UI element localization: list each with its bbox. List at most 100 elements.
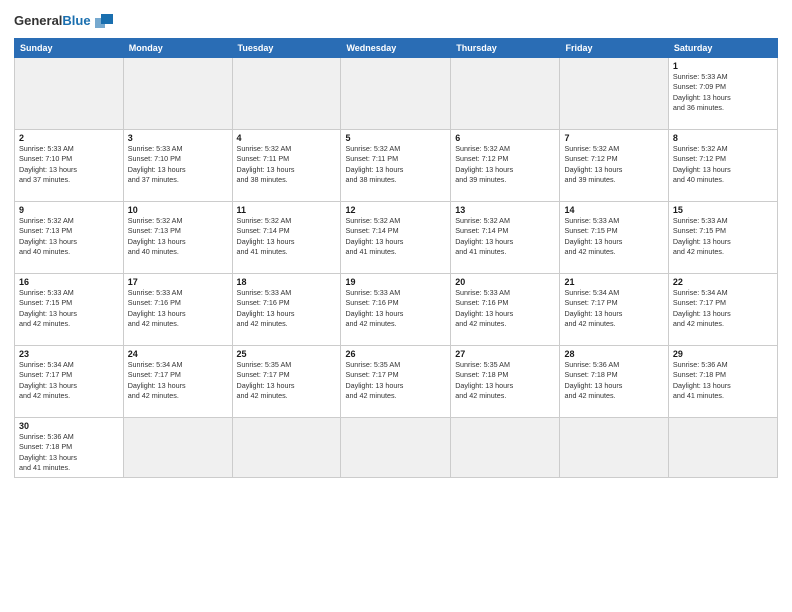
calendar-cell: 9Sunrise: 5:32 AM Sunset: 7:13 PM Daylig… [15, 202, 124, 274]
logo-icon [93, 10, 115, 32]
calendar-cell [232, 58, 341, 130]
day-number: 14 [564, 205, 663, 215]
calendar-cell [232, 418, 341, 478]
calendar-cell: 17Sunrise: 5:33 AM Sunset: 7:16 PM Dayli… [123, 274, 232, 346]
calendar-cell [15, 58, 124, 130]
day-info: Sunrise: 5:32 AM Sunset: 7:13 PM Dayligh… [19, 216, 119, 258]
calendar-week-row: 30Sunrise: 5:36 AM Sunset: 7:18 PM Dayli… [15, 418, 778, 478]
day-info: Sunrise: 5:35 AM Sunset: 7:17 PM Dayligh… [345, 360, 446, 402]
calendar-cell: 8Sunrise: 5:32 AM Sunset: 7:12 PM Daylig… [668, 130, 777, 202]
day-number: 26 [345, 349, 446, 359]
calendar-week-row: 1Sunrise: 5:33 AM Sunset: 7:09 PM Daylig… [15, 58, 778, 130]
calendar-cell: 7Sunrise: 5:32 AM Sunset: 7:12 PM Daylig… [560, 130, 668, 202]
calendar-cell: 16Sunrise: 5:33 AM Sunset: 7:15 PM Dayli… [15, 274, 124, 346]
day-info: Sunrise: 5:33 AM Sunset: 7:16 PM Dayligh… [345, 288, 446, 330]
day-info: Sunrise: 5:33 AM Sunset: 7:10 PM Dayligh… [128, 144, 228, 186]
calendar-table: SundayMondayTuesdayWednesdayThursdayFrid… [14, 38, 778, 478]
day-info: Sunrise: 5:35 AM Sunset: 7:17 PM Dayligh… [237, 360, 337, 402]
calendar-cell [560, 418, 668, 478]
day-info: Sunrise: 5:32 AM Sunset: 7:11 PM Dayligh… [345, 144, 446, 186]
day-number: 8 [673, 133, 773, 143]
day-number: 18 [237, 277, 337, 287]
calendar-cell: 10Sunrise: 5:32 AM Sunset: 7:13 PM Dayli… [123, 202, 232, 274]
weekday-header-thursday: Thursday [451, 39, 560, 58]
day-number: 24 [128, 349, 228, 359]
weekday-header-tuesday: Tuesday [232, 39, 341, 58]
weekday-header-wednesday: Wednesday [341, 39, 451, 58]
day-info: Sunrise: 5:32 AM Sunset: 7:11 PM Dayligh… [237, 144, 337, 186]
calendar-cell: 4Sunrise: 5:32 AM Sunset: 7:11 PM Daylig… [232, 130, 341, 202]
weekday-header-sunday: Sunday [15, 39, 124, 58]
day-number: 2 [19, 133, 119, 143]
day-number: 10 [128, 205, 228, 215]
calendar-cell: 23Sunrise: 5:34 AM Sunset: 7:17 PM Dayli… [15, 346, 124, 418]
day-number: 5 [345, 133, 446, 143]
calendar-cell: 5Sunrise: 5:32 AM Sunset: 7:11 PM Daylig… [341, 130, 451, 202]
weekday-header-friday: Friday [560, 39, 668, 58]
day-number: 23 [19, 349, 119, 359]
day-number: 30 [19, 421, 119, 431]
day-info: Sunrise: 5:33 AM Sunset: 7:09 PM Dayligh… [673, 72, 773, 114]
day-number: 17 [128, 277, 228, 287]
day-number: 3 [128, 133, 228, 143]
day-number: 13 [455, 205, 555, 215]
day-number: 22 [673, 277, 773, 287]
day-number: 1 [673, 61, 773, 71]
calendar-cell: 19Sunrise: 5:33 AM Sunset: 7:16 PM Dayli… [341, 274, 451, 346]
day-number: 12 [345, 205, 446, 215]
calendar-cell: 13Sunrise: 5:32 AM Sunset: 7:14 PM Dayli… [451, 202, 560, 274]
day-info: Sunrise: 5:36 AM Sunset: 7:18 PM Dayligh… [673, 360, 773, 402]
calendar-week-row: 2 Sunrise: 5:33 AM Sunset: 7:10 PM Daylig… [15, 130, 778, 202]
calendar-cell: 30Sunrise: 5:36 AM Sunset: 7:18 PM Dayli… [15, 418, 124, 478]
calendar-cell: 22Sunrise: 5:34 AM Sunset: 7:17 PM Dayli… [668, 274, 777, 346]
calendar-week-row: 16Sunrise: 5:33 AM Sunset: 7:15 PM Dayli… [15, 274, 778, 346]
day-number: 15 [673, 205, 773, 215]
calendar-cell: 20Sunrise: 5:33 AM Sunset: 7:16 PM Dayli… [451, 274, 560, 346]
calendar-cell: 2Sunrise: 5:33 AM Sunset: 7:10 PM Daylig… [15, 130, 124, 202]
calendar-cell: 26Sunrise: 5:35 AM Sunset: 7:17 PM Dayli… [341, 346, 451, 418]
day-info: Sunrise: 5:34 AM Sunset: 7:17 PM Dayligh… [564, 288, 663, 330]
weekday-header-row: SundayMondayTuesdayWednesdayThursdayFrid… [15, 39, 778, 58]
day-number: 16 [19, 277, 119, 287]
day-info: Sunrise: 5:36 AM Sunset: 7:18 PM Dayligh… [19, 432, 119, 474]
calendar-cell: 27Sunrise: 5:35 AM Sunset: 7:18 PM Dayli… [451, 346, 560, 418]
calendar-cell [451, 58, 560, 130]
page: GeneralBlue SundayMondayTuesdayWednesday… [0, 0, 792, 612]
calendar-cell [123, 58, 232, 130]
day-info: Sunrise: 5:34 AM Sunset: 7:17 PM Dayligh… [128, 360, 228, 402]
calendar-cell: 24Sunrise: 5:34 AM Sunset: 7:17 PM Dayli… [123, 346, 232, 418]
day-info: Sunrise: 5:32 AM Sunset: 7:14 PM Dayligh… [455, 216, 555, 258]
day-info: Sunrise: 5:33 AM Sunset: 7:16 PM Dayligh… [237, 288, 337, 330]
day-number: 27 [455, 349, 555, 359]
calendar-cell: 29Sunrise: 5:36 AM Sunset: 7:18 PM Dayli… [668, 346, 777, 418]
calendar-cell: 11Sunrise: 5:32 AM Sunset: 7:14 PM Dayli… [232, 202, 341, 274]
calendar-cell [451, 418, 560, 478]
day-info: Sunrise: 5:33 AM Sunset: 7:15 PM Dayligh… [673, 216, 773, 258]
day-info: Sunrise: 5:33 AM Sunset: 7:16 PM Dayligh… [455, 288, 555, 330]
calendar-cell: 28Sunrise: 5:36 AM Sunset: 7:18 PM Dayli… [560, 346, 668, 418]
calendar-cell [341, 418, 451, 478]
calendar-cell [123, 418, 232, 478]
calendar-week-row: 23Sunrise: 5:34 AM Sunset: 7:17 PM Dayli… [15, 346, 778, 418]
day-info: Sunrise: 5:36 AM Sunset: 7:18 PM Dayligh… [564, 360, 663, 402]
calendar-cell: 15Sunrise: 5:33 AM Sunset: 7:15 PM Dayli… [668, 202, 777, 274]
header: GeneralBlue [14, 10, 778, 32]
day-number: 19 [345, 277, 446, 287]
day-number: 11 [237, 205, 337, 215]
day-number: 29 [673, 349, 773, 359]
calendar-cell: 14Sunrise: 5:33 AM Sunset: 7:15 PM Dayli… [560, 202, 668, 274]
day-info: Sunrise: 5:34 AM Sunset: 7:17 PM Dayligh… [673, 288, 773, 330]
weekday-header-monday: Monday [123, 39, 232, 58]
calendar-cell: 12Sunrise: 5:32 AM Sunset: 7:14 PM Dayli… [341, 202, 451, 274]
day-info: Sunrise: 5:32 AM Sunset: 7:12 PM Dayligh… [455, 144, 555, 186]
day-info: Sunrise: 5:32 AM Sunset: 7:12 PM Dayligh… [564, 144, 663, 186]
day-info: Sunrise: 5:33 AM Sunset: 7:15 PM Dayligh… [19, 288, 119, 330]
logo-text: GeneralBlue [14, 14, 91, 28]
day-info: Sunrise: 5:33 AM Sunset: 7:16 PM Dayligh… [128, 288, 228, 330]
calendar-cell [341, 58, 451, 130]
calendar-cell [668, 418, 777, 478]
calendar-week-row: 9Sunrise: 5:32 AM Sunset: 7:13 PM Daylig… [15, 202, 778, 274]
calendar-cell: 3Sunrise: 5:33 AM Sunset: 7:10 PM Daylig… [123, 130, 232, 202]
day-info: Sunrise: 5:34 AM Sunset: 7:17 PM Dayligh… [19, 360, 119, 402]
day-number: 25 [237, 349, 337, 359]
